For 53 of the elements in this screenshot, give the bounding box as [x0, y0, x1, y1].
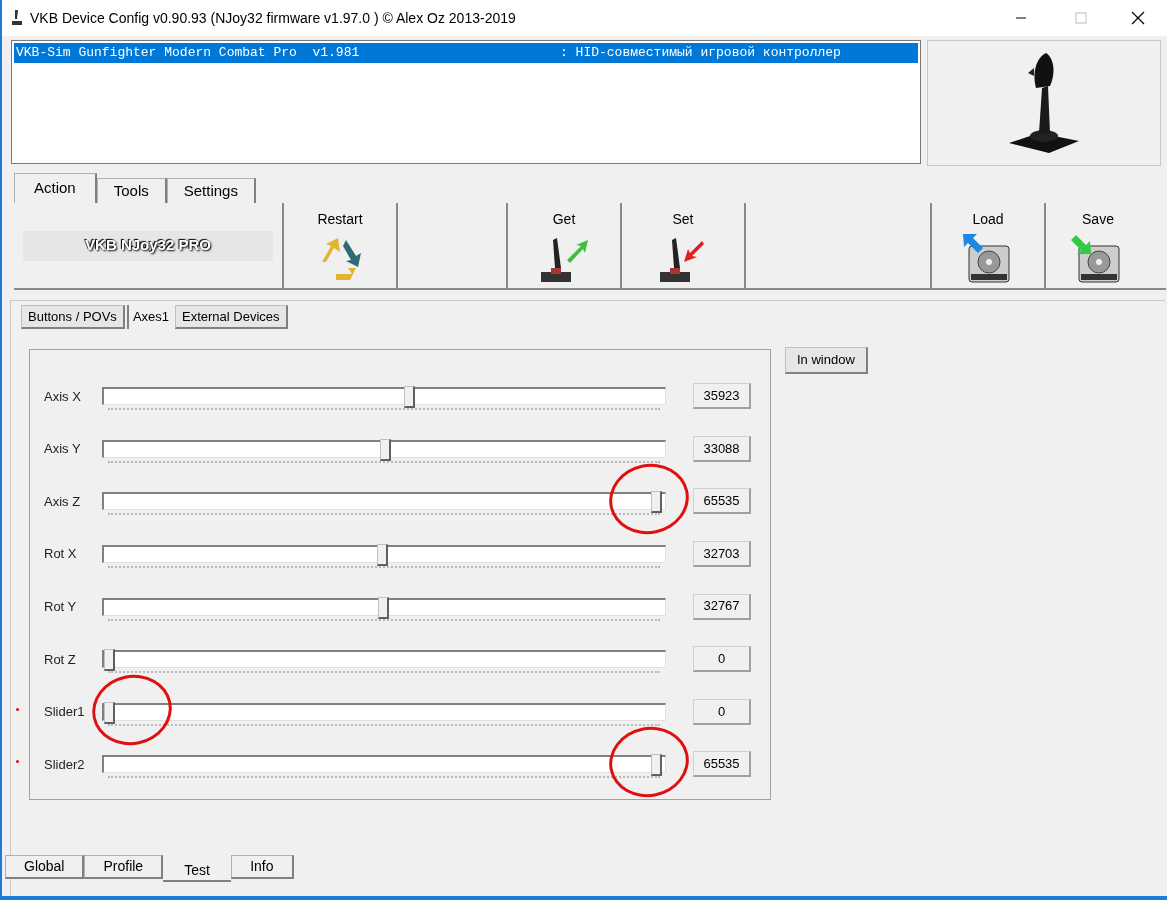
slider-track[interactable]: [102, 597, 666, 616]
axis-label: Rot Y: [44, 597, 78, 616]
bottom-tab[interactable]: Info: [231, 855, 294, 879]
device-name: VKB-Sim Gunfighter Modern Combat Pro v1.981: [16, 44, 361, 63]
slider-track[interactable]: [102, 387, 666, 406]
slider-thumb[interactable]: [651, 491, 662, 514]
slider-thumb[interactable]: [403, 386, 415, 409]
axis-value: 65535: [693, 751, 751, 778]
axis-value: 33088: [693, 435, 751, 462]
tab[interactable]: Settings: [166, 178, 256, 203]
slider-track[interactable]: [102, 755, 666, 774]
slider-track[interactable]: [102, 650, 666, 669]
bottom-tab[interactable]: Global: [5, 855, 85, 879]
tab[interactable]: Action: [14, 173, 97, 203]
slider-track[interactable]: [102, 702, 666, 721]
axis-value: 65535: [693, 488, 751, 515]
axis-label: Slider2: [44, 755, 86, 774]
toolbar-button[interactable]: Set: [620, 203, 744, 288]
axis-label: Rot X: [44, 545, 78, 564]
device-description: : HID-совместимый игровой контроллер: [560, 44, 841, 63]
product-logo: VKB NJoy32 PRO: [23, 230, 273, 261]
tab[interactable]: Tools: [96, 178, 167, 203]
slider-thumb[interactable]: [104, 649, 115, 672]
slider-thumb[interactable]: [651, 754, 662, 777]
axis-value: 32767: [693, 593, 751, 620]
axis-value: 35923: [693, 383, 751, 410]
axis-value: 32703: [693, 541, 751, 568]
axis-label: Axis Z: [44, 492, 82, 511]
window-title: VKB Device Config v0.90.93 (NJoy32 firmware v1.97.0 ) © Alex Oz 2013-2019: [30, 8, 516, 28]
axis-value: 0: [693, 646, 751, 673]
slider-track[interactable]: [102, 492, 666, 511]
toolbar-button[interactable]: Save: [1044, 203, 1150, 288]
axis-label: Axis X: [44, 387, 82, 406]
axis-label: Slider1: [44, 703, 86, 722]
axis-value: 0: [693, 698, 751, 725]
slider-track[interactable]: [102, 545, 666, 564]
axis-label: Axis Y: [44, 440, 82, 459]
slider-thumb[interactable]: [104, 701, 115, 724]
close-icon[interactable]: [1131, 11, 1145, 25]
toolbar-button[interactable]: Restart: [282, 203, 396, 288]
joystick-icon: [10, 9, 24, 27]
sub-tab[interactable]: Buttons / POVs: [21, 305, 125, 329]
slider-thumb[interactable]: [377, 596, 389, 619]
slider-thumb[interactable]: [380, 438, 392, 461]
toolbar-button[interactable]: Get: [506, 203, 620, 288]
axis-label: Rot Z: [44, 650, 77, 669]
bottom-tab[interactable]: Profile: [84, 855, 164, 879]
slider-track[interactable]: [102, 439, 666, 458]
toolbar-button[interactable]: Load: [930, 203, 1044, 288]
slider-thumb[interactable]: [376, 544, 388, 567]
in-window-button[interactable]: In window: [785, 347, 868, 374]
sub-tab[interactable]: External Devices: [175, 305, 288, 329]
device-row[interactable]: VKB-Sim Gunfighter Modern Combat Pro v1.981 : HID-совместимый игровой контроллер: [14, 43, 918, 63]
